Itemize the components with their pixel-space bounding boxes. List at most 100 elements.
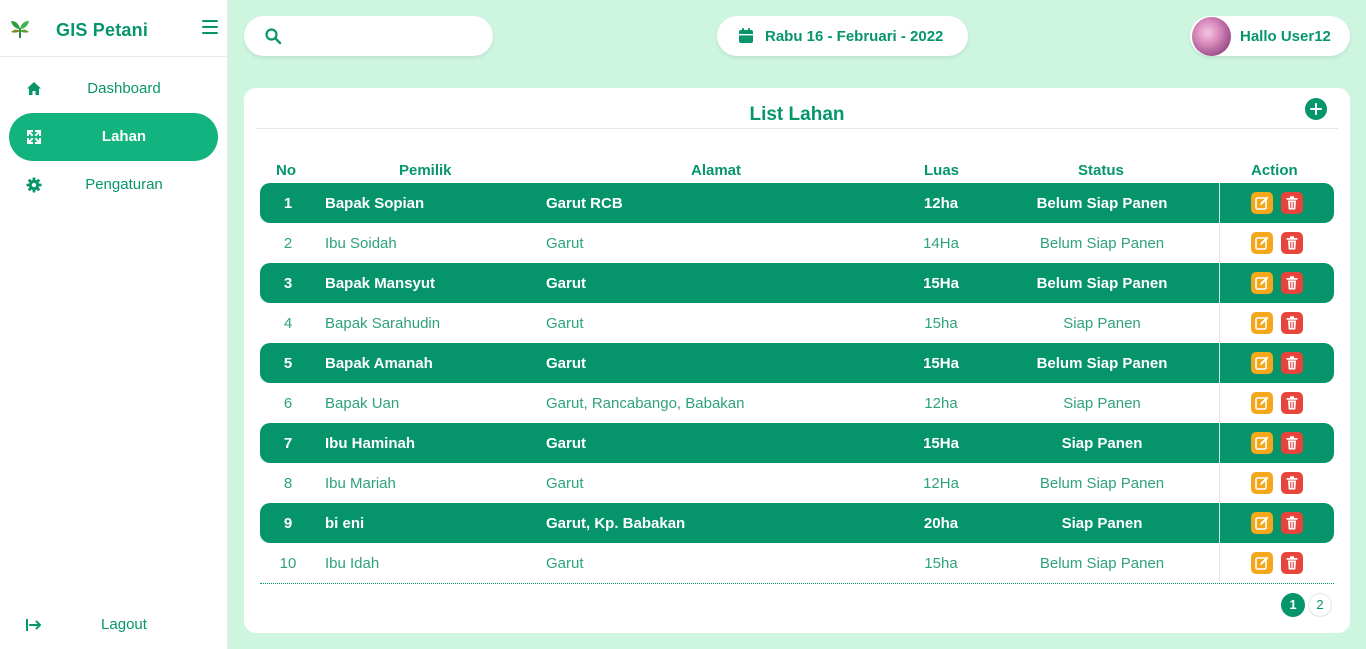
date-text: Rabu 16 - Februari - 2022 bbox=[765, 28, 944, 45]
column-header-luas: Luas bbox=[924, 162, 960, 179]
column-separator bbox=[538, 343, 539, 383]
delete-button[interactable] bbox=[1281, 232, 1303, 254]
cell-alamat: Garut bbox=[546, 555, 584, 572]
edit-icon bbox=[1255, 236, 1269, 250]
table-row: 4 Bapak Sarahudin Garut 15ha Siap Panen bbox=[260, 303, 1334, 343]
edit-icon bbox=[1255, 196, 1269, 210]
cell-status: Siap Panen bbox=[1063, 395, 1141, 412]
edit-icon bbox=[1255, 276, 1269, 290]
cell-status: Belum Siap Panen bbox=[1036, 275, 1168, 292]
delete-button[interactable] bbox=[1281, 352, 1303, 374]
cell-pemilik: Bapak Uan bbox=[325, 395, 400, 412]
column-header-action: Action bbox=[1251, 162, 1298, 179]
cell-pemilik: Bapak Mansyut bbox=[325, 275, 436, 292]
delete-button[interactable] bbox=[1281, 472, 1303, 494]
delete-button[interactable] bbox=[1281, 432, 1303, 454]
logout-button[interactable]: Lagout bbox=[9, 601, 218, 649]
column-separator bbox=[1219, 383, 1220, 423]
user-menu[interactable]: Hallo User12 bbox=[1190, 16, 1350, 56]
column-separator bbox=[538, 543, 539, 583]
cell-pemilik: Bapak Sopian bbox=[325, 195, 425, 212]
edit-button[interactable] bbox=[1251, 552, 1273, 574]
trash-icon bbox=[1286, 516, 1298, 530]
edit-button[interactable] bbox=[1251, 192, 1273, 214]
table-row: 2 Ibu Soidah Garut 14Ha Belum Siap Panen bbox=[260, 223, 1334, 263]
column-separator bbox=[1219, 503, 1220, 543]
edit-button[interactable] bbox=[1251, 272, 1273, 294]
column-separator bbox=[1219, 543, 1220, 583]
column-separator bbox=[538, 383, 539, 423]
hamburger-menu-icon[interactable] bbox=[202, 20, 218, 36]
column-separator bbox=[1219, 303, 1220, 343]
delete-button[interactable] bbox=[1281, 192, 1303, 214]
column-separator bbox=[1219, 343, 1220, 383]
edit-button[interactable] bbox=[1251, 512, 1273, 534]
sidebar-item-pengaturan[interactable]: Pengaturan bbox=[9, 161, 218, 209]
column-separator bbox=[538, 263, 539, 303]
column-separator bbox=[538, 223, 539, 263]
sidebar-item-lahan[interactable]: Lahan bbox=[9, 113, 218, 161]
cell-status: Belum Siap Panen bbox=[1036, 355, 1168, 372]
trash-icon bbox=[1286, 396, 1298, 410]
table-row: 3 Bapak Mansyut Garut 15Ha Belum Siap Panen bbox=[260, 263, 1334, 303]
table-row: 6 Bapak Uan Garut, Rancabango, Babakan 12ha… bbox=[260, 383, 1334, 423]
pagination-page-2[interactable]: 2 bbox=[1308, 593, 1332, 617]
table-row: 8 Ibu Mariah Garut 12Ha Belum Siap Panen bbox=[260, 463, 1334, 503]
edit-button[interactable] bbox=[1251, 432, 1273, 454]
table-row: 9 bi eni Garut, Kp. Babakan 20ha Siap Panen bbox=[260, 503, 1334, 543]
edit-button[interactable] bbox=[1251, 472, 1273, 494]
pagination-page-1[interactable]: 1 bbox=[1281, 593, 1305, 617]
trash-icon bbox=[1286, 356, 1298, 370]
logout-label: Lagout bbox=[101, 616, 147, 633]
delete-button[interactable] bbox=[1281, 392, 1303, 414]
delete-button[interactable] bbox=[1281, 312, 1303, 334]
column-separator bbox=[538, 303, 539, 343]
column-separator bbox=[538, 183, 539, 223]
edit-button[interactable] bbox=[1251, 232, 1273, 254]
cell-status: Belum Siap Panen bbox=[1036, 195, 1168, 212]
cell-alamat: Garut bbox=[546, 435, 587, 452]
cell-alamat: Garut bbox=[546, 275, 587, 292]
sidebar-item-dashboard[interactable]: Dashboard bbox=[9, 65, 218, 113]
user-greeting: Hallo User12 bbox=[1240, 28, 1331, 45]
search-icon bbox=[265, 28, 282, 45]
cell-alamat: Garut RCB bbox=[546, 195, 623, 212]
delete-button[interactable] bbox=[1281, 272, 1303, 294]
trash-icon bbox=[1286, 236, 1298, 250]
brand-header: GIS Petani bbox=[0, 0, 227, 57]
column-header-alamat: Alamat bbox=[691, 162, 742, 179]
add-lahan-button[interactable] bbox=[1305, 98, 1327, 120]
edit-icon bbox=[1255, 476, 1269, 490]
cell-alamat: Garut bbox=[546, 355, 587, 372]
calendar-icon bbox=[739, 28, 753, 43]
cell-alamat: Garut, Kp. Babakan bbox=[546, 515, 686, 532]
trash-icon bbox=[1286, 316, 1298, 330]
sidebar-item-label: Lahan bbox=[101, 128, 147, 145]
edit-button[interactable] bbox=[1251, 352, 1273, 374]
edit-button[interactable] bbox=[1251, 392, 1273, 414]
column-separator bbox=[1219, 463, 1220, 503]
cell-status: Siap Panen bbox=[1063, 315, 1141, 332]
cell-pemilik: Bapak Sarahudin bbox=[325, 315, 441, 332]
cell-alamat: Garut bbox=[546, 235, 584, 252]
page-title: List Lahan bbox=[749, 104, 845, 125]
search-box bbox=[244, 16, 493, 56]
trash-icon bbox=[1286, 196, 1298, 210]
edit-button[interactable] bbox=[1251, 312, 1273, 334]
sidebar-item-label: Dashboard bbox=[87, 80, 161, 97]
table-row: 1 Bapak Sopian Garut RCB 12ha Belum Siap Pan… bbox=[260, 183, 1334, 223]
cell-status: Belum Siap Panen bbox=[1039, 555, 1165, 572]
edit-icon bbox=[1255, 516, 1269, 530]
delete-button[interactable] bbox=[1281, 552, 1303, 574]
search-input[interactable] bbox=[292, 24, 477, 48]
column-separator bbox=[1219, 183, 1220, 223]
cell-status: Belum Siap Panen bbox=[1039, 235, 1165, 252]
cell-pemilik: Ibu Haminah bbox=[325, 435, 416, 452]
cell-pemilik: Ibu Mariah bbox=[325, 475, 396, 492]
edit-icon bbox=[1255, 556, 1269, 570]
delete-button[interactable] bbox=[1281, 512, 1303, 534]
column-separator bbox=[1219, 263, 1220, 303]
cell-alamat: Garut, Rancabango, Babakan bbox=[546, 395, 745, 412]
cell-status: Siap Panen bbox=[1061, 515, 1143, 532]
trash-icon bbox=[1286, 476, 1298, 490]
